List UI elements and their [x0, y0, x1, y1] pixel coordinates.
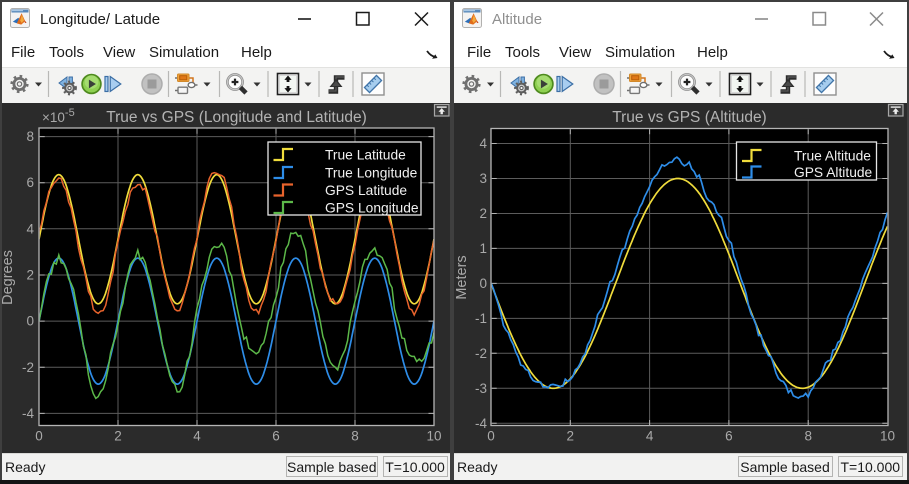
svg-text:4: 4	[646, 429, 654, 444]
svg-text:-1: -1	[475, 311, 487, 326]
svg-text:0: 0	[479, 276, 487, 291]
svg-text:True Altitude: True Altitude	[794, 148, 871, 163]
svg-text:8: 8	[804, 429, 812, 444]
svg-text:-4: -4	[475, 416, 487, 431]
svg-text:2: 2	[567, 429, 575, 444]
svg-text:0: 0	[487, 429, 495, 444]
svg-text:1: 1	[479, 241, 487, 256]
svg-text:6: 6	[725, 429, 733, 444]
svg-text:-3: -3	[475, 381, 487, 396]
svg-text:3: 3	[479, 171, 487, 186]
svg-text:True vs GPS (Altitude): True vs GPS (Altitude)	[612, 109, 766, 126]
svg-text:10: 10	[880, 429, 895, 444]
svg-text:Meters: Meters	[454, 255, 470, 299]
svg-text:-2: -2	[475, 346, 487, 361]
svg-text:GPS Altitude: GPS Altitude	[794, 165, 873, 180]
svg-text:4: 4	[479, 136, 487, 151]
svg-text:2: 2	[479, 206, 487, 221]
